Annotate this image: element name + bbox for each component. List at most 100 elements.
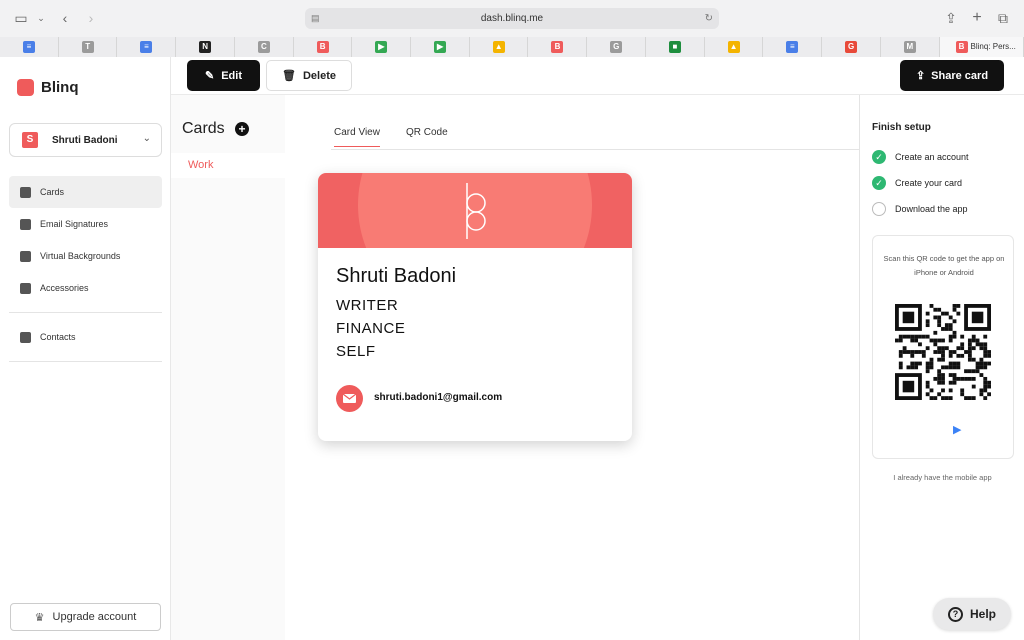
upgrade-button[interactable]: ♛ Upgrade account (10, 603, 161, 631)
drive-icon: ▲ (492, 41, 505, 53)
sidebar-item-contacts[interactable]: Contacts (9, 321, 162, 353)
address-bar[interactable]: ▤ dash.blinq.me ↻ (305, 8, 719, 29)
browser-tab[interactable]: M (880, 37, 940, 57)
browser-tab[interactable]: ■ (645, 37, 705, 57)
card-name: Shruti Badoni (336, 265, 457, 287)
share-card-button[interactable]: ⇪ Share card (900, 60, 1004, 91)
browser-tab[interactable]: ▶ (411, 37, 470, 57)
tab-card-view[interactable]: Card View (334, 127, 380, 147)
brand-name: Blinq (41, 79, 79, 96)
share-icon[interactable]: ⇪ (942, 9, 960, 27)
edit-label: Edit (221, 69, 242, 82)
classroom-icon: ■ (668, 41, 681, 53)
browser-tab[interactable]: G (587, 37, 646, 57)
step-label: Download the app (895, 204, 968, 214)
delete-button[interactable]: 🗑 Delete (266, 60, 352, 91)
google-play-icon[interactable]: ▶ (953, 423, 961, 436)
edit-icon: ✎ (205, 70, 215, 82)
trash-icon: 🗑 (282, 70, 296, 82)
sidebar-item-accessories[interactable]: Accessories (9, 272, 162, 304)
help-label: Help (969, 607, 996, 621)
share-label: Share card (931, 69, 989, 82)
browser-tab[interactable]: G (822, 37, 881, 57)
setup-panel: Finish setup ✓ Create an account ✓ Creat… (859, 95, 1024, 640)
browser-tab[interactable]: ▲ (469, 37, 529, 57)
chevron-down-icon: ⌄ (142, 133, 151, 144)
left-sidebar: Blinq S Shruti Badoni ⌄ Cards Email Sign… (0, 57, 171, 640)
check-icon: ✓ (872, 150, 886, 164)
help-button[interactable]: ? Help (933, 598, 1011, 630)
setup-step-create-card[interactable]: ✓ Create your card (872, 176, 962, 190)
docs-icon: ≡ (23, 41, 35, 53)
tabs-overview-icon[interactable]: ⧉ (994, 9, 1012, 27)
forward-icon[interactable]: › (82, 9, 100, 27)
sidebar-nav: Cards Email Signatures Virtual Backgroun… (9, 176, 162, 370)
card-header (318, 173, 632, 248)
card-email[interactable]: shruti.badoni1@gmail.com (374, 392, 502, 403)
docs-icon: ≡ (140, 41, 153, 53)
g-icon: G (610, 41, 623, 53)
blinq-logo-icon (17, 79, 34, 96)
check-icon: ✓ (872, 176, 886, 190)
sidebar-item-virtual-backgrounds[interactable]: Virtual Backgrounds (9, 240, 162, 272)
browser-tab[interactable]: ≡ (117, 37, 177, 57)
business-card[interactable]: Shruti Badoni WRITER FINANCE SELF shruti… (318, 173, 632, 441)
sidebar-item-label: Cards (40, 187, 65, 197)
back-icon[interactable]: ‹ (56, 9, 74, 27)
drive-icon: ▲ (727, 41, 740, 53)
sidebar-item-email-signatures[interactable]: Email Signatures (9, 208, 162, 240)
tab-qr-code[interactable]: QR Code (406, 127, 448, 138)
mail-icon (20, 218, 31, 230)
card-line-3: SELF (336, 343, 376, 360)
qr-code-icon[interactable] (895, 304, 991, 400)
tab-bar: ≡ T ≡ N C B ▶ ▶ ▲ B G ■ ▲ ≡ G M B Blinq: Pers... (0, 37, 1024, 57)
browser-tab[interactable]: ≡ (0, 37, 59, 57)
browser-tab[interactable]: ▶ (352, 37, 412, 57)
browser-tab-active[interactable]: B Blinq: Pers... (939, 37, 1024, 57)
new-tab-icon[interactable]: + (968, 9, 986, 27)
action-bar: ✎ Edit 🗑 Delete ⇪ Share card (171, 57, 1024, 95)
empty-circle-icon (872, 202, 886, 216)
tab-label: Blinq: Pers... (970, 42, 1016, 51)
chevron-down-icon[interactable]: ⌄ (32, 9, 50, 27)
setup-step-create-account[interactable]: ✓ Create an account (872, 150, 969, 164)
qr-box: Scan this QR code to get the app on iPho… (872, 235, 1014, 459)
profile-selector[interactable]: S Shruti Badoni ⌄ (9, 123, 162, 157)
browser-tab[interactable]: B (528, 37, 588, 57)
setup-step-download-app[interactable]: Download the app (872, 202, 968, 216)
browser-tab[interactable]: ≡ (763, 37, 823, 57)
blinq-logo-icon (466, 183, 486, 239)
browser-toolbar: ▭ ⌄ ‹ › ▤ dash.blinq.me ↻ ⇪ + ⧉ (0, 0, 1024, 37)
divider (9, 361, 162, 362)
sidebar-item-label: Email Signatures (40, 219, 109, 229)
edit-button[interactable]: ✎ Edit (187, 60, 260, 91)
browser-tab[interactable]: N (176, 37, 235, 57)
meet-icon: ▶ (375, 41, 388, 53)
sidebar-item-label: Virtual Backgrounds (40, 251, 121, 261)
sidebar-item-cards[interactable]: Cards (9, 176, 162, 208)
avatar: S (22, 132, 38, 148)
brand[interactable]: Blinq (17, 79, 79, 96)
question-icon: ? (947, 606, 963, 622)
divider (9, 312, 162, 313)
add-card-button[interactable]: + (235, 122, 249, 136)
card-list-item-work[interactable]: Work (171, 153, 285, 178)
browser-tab[interactable]: ▲ (704, 37, 764, 57)
image-icon (20, 250, 31, 262)
blinq-icon: B (316, 41, 329, 53)
card-line-2: FINANCE (336, 320, 406, 337)
step-label: Create your card (895, 178, 963, 188)
browser-chrome: ▭ ⌄ ‹ › ▤ dash.blinq.me ↻ ⇪ + ⧉ ≡ T ≡ N C B ▶ ▶… (0, 0, 1024, 57)
sidebar-item-label: Accessories (40, 283, 89, 293)
mail-icon (336, 385, 363, 412)
browser-tab[interactable]: T (58, 37, 118, 57)
reload-icon[interactable]: ↻ (705, 8, 713, 29)
sidebar-toggle-icon[interactable]: ▭ (12, 9, 30, 27)
upload-icon: ⇪ (915, 70, 926, 82)
browser-tab[interactable]: B (293, 37, 353, 57)
already-have-app-link[interactable]: I already have the mobile app (860, 473, 1024, 482)
blinq-icon: B (955, 41, 968, 53)
setup-title: Finish setup (872, 122, 931, 133)
cards-title: Cards (182, 120, 225, 137)
browser-tab[interactable]: C (234, 37, 294, 57)
